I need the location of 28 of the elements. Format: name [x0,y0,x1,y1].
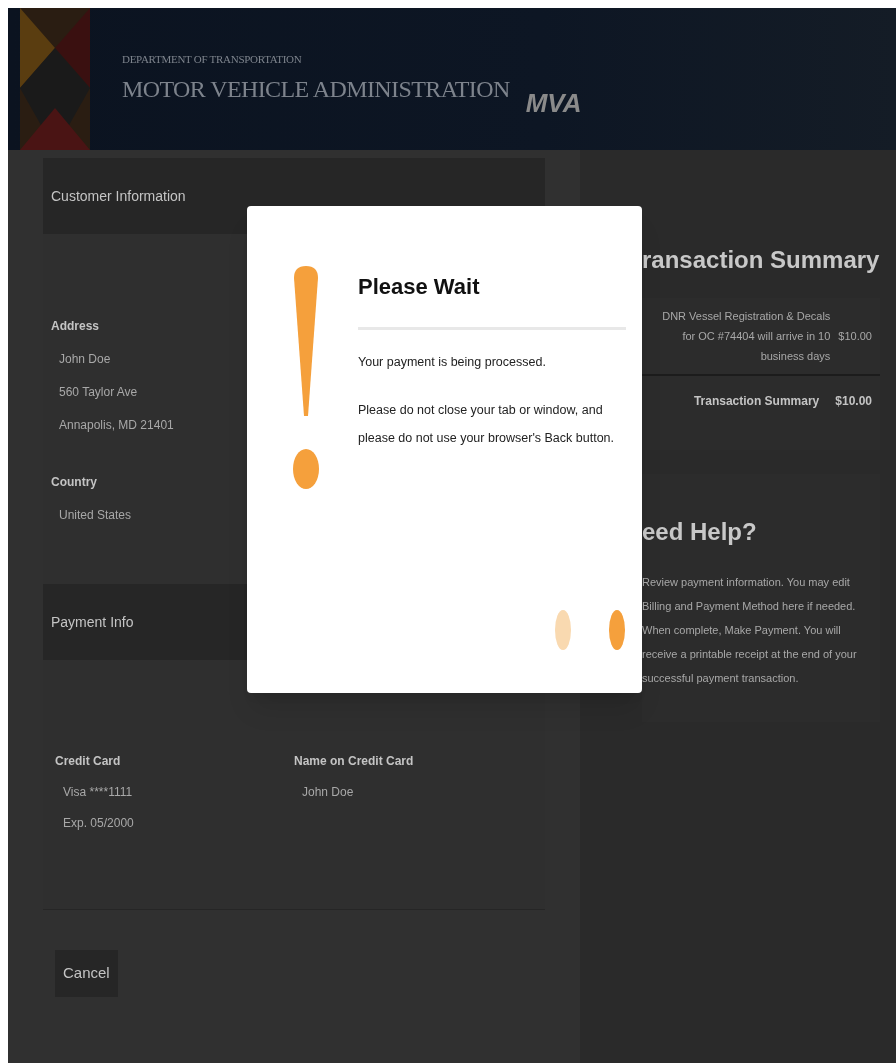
field-label: Country [51,474,97,491]
agency-title: MOTOR VEHICLE ADMINISTRATION [122,75,510,105]
summary-heading: ransaction Summary [642,245,880,275]
section-title: Customer Information [51,186,186,206]
field-value: John Doe [302,784,354,801]
card-detail: Exp. 05/2000 [63,815,134,832]
total-label: Transaction Summary [693,393,820,410]
help-text: Review payment information. You may edit Billing and Payment Method here if needed. When complete, Make Payment. You will receive a printable receipt at the end of your successful payment transaction. [642,575,858,686]
address-line: Annapolis, MD 21401 [59,417,174,434]
help-heading: eed Help? [642,517,757,547]
total-amount: $10.00 [835,393,872,410]
field-label: Name on Credit Card [294,753,414,770]
field-label: Address [51,318,100,335]
item-description: DNR Vessel Registration & Decals for OC #74404 will arrive in 10 business days [661,309,831,364]
dialog-message: Your payment is being processed. [358,354,546,371]
address-line: John Doe [59,351,111,368]
field-label: Credit Card [55,753,121,770]
field-value: United States [59,507,132,524]
dialog-title: Please Wait [358,273,480,301]
agency-logo: MVA [525,86,582,120]
dialog-message: Please do not close your tab or window, and please do not use your browser's Back button. [358,402,615,447]
department-title: DEPARTMENT OF TRANSPORTATION [122,51,302,67]
address-line: 560 Taylor Ave [59,384,138,401]
item-amount: $10.00 [838,328,872,344]
card-detail: Visa ****1111 [63,784,133,801]
section-title: Payment Info [51,612,134,632]
loading-dots-icon [554,609,626,651]
cancel-button[interactable]: Cancel [55,950,118,997]
